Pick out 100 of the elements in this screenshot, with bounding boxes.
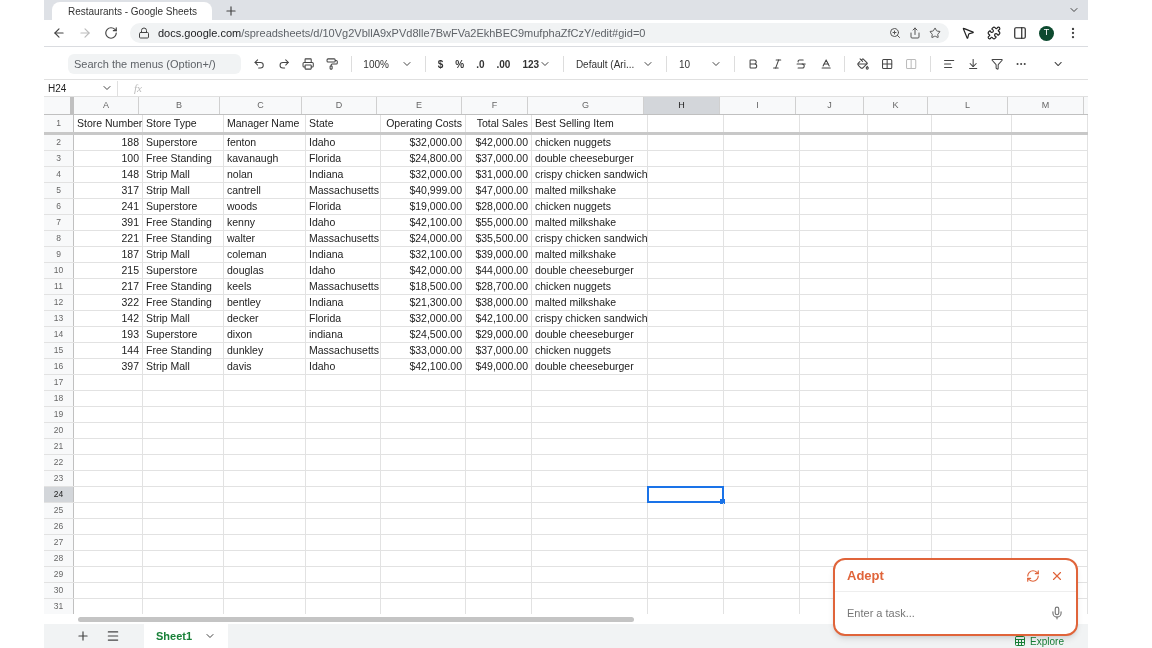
row-header[interactable]: 10 — [44, 263, 74, 278]
row-header[interactable]: 28 — [44, 551, 74, 566]
table-cell-text: decker — [226, 310, 260, 326]
row-header[interactable]: 29 — [44, 567, 74, 582]
new-tab-icon[interactable] — [224, 4, 238, 18]
table-cell-text: $44,000.00 — [474, 262, 529, 278]
back-icon[interactable] — [52, 26, 66, 40]
task-input[interactable]: Enter a task... — [847, 604, 1050, 622]
table-cell-text: kavanaugh — [226, 150, 280, 166]
row-header[interactable]: 13 — [44, 311, 74, 326]
paint-format-icon[interactable] — [326, 56, 339, 72]
row-header[interactable]: 8 — [44, 231, 74, 246]
row-header[interactable]: 15 — [44, 343, 74, 358]
row-header[interactable]: 16 — [44, 359, 74, 374]
row-header[interactable]: 21 — [44, 439, 74, 454]
column-header[interactable]: H — [644, 97, 720, 114]
share-icon[interactable] — [909, 27, 921, 39]
row-header[interactable]: 30 — [44, 583, 74, 598]
row-header[interactable]: 11 — [44, 279, 74, 294]
zoom-icon[interactable] — [889, 27, 901, 39]
column-header[interactable]: A — [74, 97, 139, 114]
percent-button[interactable]: % — [455, 56, 465, 72]
row-header[interactable]: 9 — [44, 247, 74, 262]
table-cell-text: Best Selling Item — [534, 115, 615, 131]
refresh-icon[interactable] — [1026, 568, 1040, 583]
column-header[interactable]: F — [462, 97, 528, 114]
all-sheets-icon[interactable] — [106, 629, 120, 643]
merge-cells-icon[interactable] — [905, 56, 918, 72]
fill-color-icon[interactable] — [856, 56, 870, 72]
row-header[interactable]: 17 — [44, 375, 74, 390]
row-header[interactable]: 2 — [44, 135, 74, 150]
row-header[interactable]: 23 — [44, 471, 74, 486]
row-header[interactable]: 12 — [44, 295, 74, 310]
print-icon[interactable] — [302, 56, 315, 72]
borders-icon[interactable] — [881, 56, 894, 72]
column-header[interactable]: D — [302, 97, 377, 114]
table-cell-text: Superstore — [145, 262, 199, 278]
table-cell-text: Idaho — [308, 358, 337, 374]
row-header[interactable]: 31 — [44, 599, 74, 614]
column-header[interactable]: I — [720, 97, 796, 114]
undo-icon[interactable] — [253, 56, 266, 72]
column-header[interactable]: C — [220, 97, 302, 114]
row-header[interactable]: 5 — [44, 183, 74, 198]
table-cell-text: $49,000.00 — [474, 358, 529, 374]
extensions-icon[interactable] — [987, 26, 1001, 40]
row-header[interactable]: 20 — [44, 423, 74, 438]
table-cell-text: $19,000.00 — [408, 198, 463, 214]
table-cell-text: 215 — [120, 262, 140, 278]
number-format-dropdown[interactable]: 123 — [522, 56, 552, 72]
table-cell-text: $31,000.00 — [474, 166, 529, 182]
name-box[interactable]: H24 — [44, 80, 118, 96]
row-header[interactable]: 24 — [44, 487, 74, 502]
vertical-align-icon[interactable] — [966, 56, 980, 72]
column-header[interactable]: E — [377, 97, 462, 114]
row-header[interactable]: 6 — [44, 199, 74, 214]
row-header[interactable]: 25 — [44, 503, 74, 518]
row-header[interactable]: 22 — [44, 455, 74, 470]
browser-tab[interactable]: Restaurants - Google Sheets — [52, 2, 212, 20]
decrease-decimals-button[interactable]: .0 — [476, 56, 485, 72]
strikethrough-icon[interactable] — [795, 56, 808, 72]
row-header[interactable]: 19 — [44, 407, 74, 422]
column-header[interactable]: B — [139, 97, 220, 114]
currency-button[interactable]: $ — [437, 56, 444, 72]
add-sheet-icon[interactable] — [76, 629, 90, 643]
column-header[interactable]: K — [864, 97, 928, 114]
table-cell-text: 144 — [120, 342, 140, 358]
table-cell-text: Superstore — [145, 134, 199, 150]
redo-icon[interactable] — [277, 56, 290, 72]
column-header[interactable]: M — [1008, 97, 1084, 114]
table-cell-text: chicken nuggets — [534, 278, 612, 294]
bookmark-star-icon[interactable] — [929, 27, 941, 39]
italic-icon[interactable] — [771, 56, 784, 72]
row-header[interactable]: 1 — [44, 115, 74, 132]
font-dropdown[interactable]: Default (Ari... — [575, 56, 655, 72]
reload-icon[interactable] — [104, 26, 118, 40]
address-bar[interactable]: docs.google.com/spreadsheets/d/10Vg2VbllA9xPVd8lle7BwFVa2EkhBEC9mufphaZfCzY/edit#gid=0 — [130, 23, 949, 43]
search-menus-field[interactable]: Search the menus (Option+/) — [68, 54, 242, 74]
text-color-icon[interactable] — [819, 56, 833, 72]
row-header[interactable]: 7 — [44, 215, 74, 230]
side-panel-icon[interactable] — [1013, 26, 1027, 40]
row-header[interactable]: 14 — [44, 327, 74, 342]
column-header[interactable]: L — [928, 97, 1008, 114]
row-header[interactable]: 26 — [44, 519, 74, 534]
row-header[interactable]: 27 — [44, 535, 74, 550]
table-cell-text: cantrell — [226, 182, 262, 198]
microphone-icon[interactable] — [1050, 606, 1064, 620]
column-header[interactable]: J — [796, 97, 864, 114]
active-cell[interactable] — [647, 486, 724, 503]
sheet-tab[interactable]: Sheet1 — [144, 624, 229, 648]
horizontal-scrollbar[interactable] — [78, 616, 634, 622]
row-header[interactable]: 18 — [44, 391, 74, 406]
row-header[interactable]: 4 — [44, 167, 74, 182]
profile-avatar[interactable]: T — [1039, 25, 1054, 41]
explore-button[interactable]: Explore — [1014, 633, 1064, 648]
pointer-icon[interactable] — [961, 26, 975, 40]
zoom-dropdown[interactable]: 100% — [363, 56, 413, 72]
increase-decimals-button[interactable]: .00 — [496, 56, 511, 72]
row-header[interactable]: 3 — [44, 151, 74, 166]
font-size-dropdown[interactable]: 10 — [679, 56, 723, 72]
bold-icon[interactable] — [746, 56, 760, 72]
